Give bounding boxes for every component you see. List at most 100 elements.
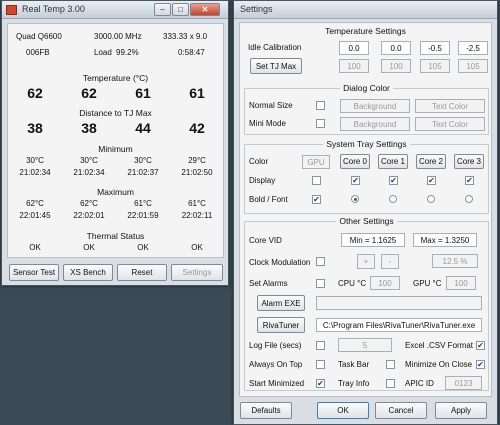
normal-size-background-button[interactable]: Background xyxy=(340,99,410,113)
normal-size-text-color-button[interactable]: Text Color xyxy=(415,99,485,113)
tray-font-radio-core1[interactable] xyxy=(389,195,397,203)
maximize-icon[interactable]: □ xyxy=(172,3,189,16)
distance-title: Distance to TJ Max xyxy=(79,108,152,118)
tj-max-core1[interactable]: 100 xyxy=(381,59,411,73)
mini-mode-text-color-button[interactable]: Text Color xyxy=(415,117,485,131)
real-temp-title: Real Temp 3.00 xyxy=(22,4,85,14)
tray-display-label: Display xyxy=(249,176,276,185)
core1-distance: 38 xyxy=(81,120,97,136)
minimize-on-close-label: Minimize On Close xyxy=(405,360,473,369)
rivatuner-button[interactable]: RivaTuner xyxy=(257,317,305,333)
tray-info-label: Tray Info xyxy=(338,379,370,388)
rivatuner-path[interactable]: C:\Program Files\RivaTuner\RivaTuner.exe xyxy=(316,318,482,332)
start-minimized-checkbox[interactable]: ✔ xyxy=(316,379,325,388)
tray-core2-color-button[interactable]: Core 2 xyxy=(416,154,446,169)
settings-button[interactable]: Settings xyxy=(171,264,223,281)
mini-mode-checkbox[interactable] xyxy=(316,119,325,128)
settings-titlebar[interactable]: Settings xyxy=(234,1,497,19)
tray-core0-color-button[interactable]: Core 0 xyxy=(340,154,370,169)
clock-modulation-minus-button[interactable]: - xyxy=(381,254,399,269)
tray-gpu-color-button[interactable]: GPU xyxy=(302,155,330,169)
alarm-exe-button[interactable]: Alarm EXE xyxy=(257,295,305,311)
set-tj-max-button[interactable]: Set TJ Max xyxy=(250,58,302,74)
dialog-color-title: Dialog Color xyxy=(340,83,393,93)
cancel-button[interactable]: Cancel xyxy=(375,402,427,419)
tray-font-radio-core0[interactable] xyxy=(351,195,359,203)
clock-modulation-plus-button[interactable]: + xyxy=(357,254,375,269)
tray-bold-checkbox[interactable]: ✔ xyxy=(312,195,321,204)
clock-modulation-label: Clock Modulation xyxy=(249,258,311,267)
core2-thermal-status: OK xyxy=(137,243,149,252)
gpu-alarm-field[interactable]: 100 xyxy=(446,276,476,290)
load-value: 99.2% xyxy=(116,48,139,57)
cpu-multiplier: 333.33 x 9.0 xyxy=(163,32,208,41)
apic-id-field[interactable]: 0123 xyxy=(445,376,482,390)
xs-bench-button[interactable]: XS Bench xyxy=(63,264,113,281)
tray-display-gpu-checkbox[interactable] xyxy=(312,176,321,185)
core2-maximum-temp: 61°C xyxy=(134,199,152,208)
defaults-button[interactable]: Defaults xyxy=(240,402,292,419)
cpu-alarm-field[interactable]: 100 xyxy=(370,276,400,290)
tray-info-checkbox[interactable] xyxy=(386,379,395,388)
core1-minimum-time: 21:02:34 xyxy=(73,168,105,177)
temperature-title: Temperature (°C) xyxy=(82,73,149,83)
set-alarms-checkbox[interactable] xyxy=(316,279,325,288)
load-label: Load xyxy=(94,48,112,57)
mini-mode-label: Mini Mode xyxy=(249,119,286,128)
core1-temperature: 62 xyxy=(81,85,97,101)
sensor-test-button[interactable]: Sensor Test xyxy=(9,264,59,281)
core-vid-label: Core VID xyxy=(249,236,282,245)
minimize-on-close-checkbox[interactable]: ✔ xyxy=(476,360,485,369)
excel-csv-checkbox[interactable]: ✔ xyxy=(476,341,485,350)
cpu-frequency: 3000.00 MHz xyxy=(94,32,142,41)
log-file-label: Log File (secs) xyxy=(249,341,302,350)
idle-calibration-core0[interactable]: 0.0 xyxy=(339,41,369,55)
gpu-alarm-label: GPU °C xyxy=(413,279,442,288)
tray-display-core0-checkbox[interactable]: ✔ xyxy=(351,176,360,185)
real-temp-titlebar[interactable]: Real Temp 3.00 – □ ✕ xyxy=(2,1,228,19)
tray-color-label: Color xyxy=(249,157,269,166)
tray-core3-color-button[interactable]: Core 3 xyxy=(454,154,484,169)
always-on-top-checkbox[interactable] xyxy=(316,360,325,369)
apic-id-label: APIC ID xyxy=(405,379,434,388)
normal-size-checkbox[interactable] xyxy=(316,101,325,110)
log-file-checkbox[interactable] xyxy=(316,341,325,350)
ok-button[interactable]: OK xyxy=(317,402,369,419)
real-temp-panel: Quad Q6600 3000.00 MHz 333.33 x 9.0 006F… xyxy=(7,23,224,258)
tray-display-core1-checkbox[interactable]: ✔ xyxy=(389,176,398,185)
log-file-seconds[interactable]: 5 xyxy=(338,338,392,352)
core2-maximum-time: 22:01:59 xyxy=(127,211,159,220)
idle-calibration-core3[interactable]: -2.5 xyxy=(458,41,488,55)
clock-modulation-checkbox[interactable] xyxy=(316,257,325,266)
tray-font-radio-core2[interactable] xyxy=(427,195,435,203)
idle-calibration-core1[interactable]: 0.0 xyxy=(381,41,411,55)
alarm-exe-path[interactable] xyxy=(316,296,482,310)
reset-button[interactable]: Reset xyxy=(117,264,167,281)
tj-max-core0[interactable]: 100 xyxy=(339,59,369,73)
minimize-icon[interactable]: – xyxy=(154,3,171,16)
set-alarms-label: Set Alarms xyxy=(249,279,288,288)
core3-minimum-time: 21:02:50 xyxy=(181,168,213,177)
system-tray-group: System Tray Settings Color GPU Core 0 Co… xyxy=(244,139,489,214)
tray-display-core3-checkbox[interactable]: ✔ xyxy=(465,176,474,185)
core3-thermal-status: OK xyxy=(191,243,203,252)
core-vid-min: Min = 1.1625 xyxy=(341,233,405,247)
core1-minimum-temp: 30°C xyxy=(80,156,98,165)
excel-csv-label: Excel .CSV Format xyxy=(405,341,474,350)
tray-display-core2-checkbox[interactable]: ✔ xyxy=(427,176,436,185)
tj-max-core3[interactable]: 105 xyxy=(458,59,488,73)
settings-window: Settings Temperature Settings Idle Calib… xyxy=(233,0,498,425)
idle-calibration-core2[interactable]: -0.5 xyxy=(420,41,450,55)
core3-maximum-time: 22:02:11 xyxy=(181,211,213,220)
task-bar-checkbox[interactable] xyxy=(386,360,395,369)
mini-mode-background-button[interactable]: Background xyxy=(340,117,410,131)
system-tray-title: System Tray Settings xyxy=(323,139,410,149)
core2-temperature: 61 xyxy=(135,85,151,101)
settings-title: Settings xyxy=(240,4,273,14)
apply-button[interactable]: Apply xyxy=(435,402,487,419)
tray-core1-color-button[interactable]: Core 1 xyxy=(378,154,408,169)
tray-font-radio-core3[interactable] xyxy=(465,195,473,203)
close-icon[interactable]: ✕ xyxy=(190,3,220,16)
task-bar-label: Task Bar xyxy=(338,360,370,369)
tj-max-core2[interactable]: 105 xyxy=(420,59,450,73)
